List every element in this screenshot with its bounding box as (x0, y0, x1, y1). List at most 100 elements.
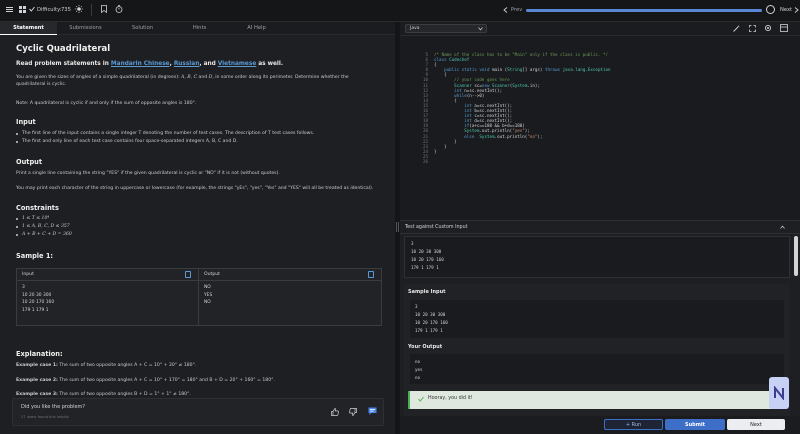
constraint-item: 1 ≤ A, B, C, D ≤ 357 (16, 223, 72, 231)
constraint-item: 1 ≤ T ≤ 10⁴ (16, 215, 72, 223)
custom-input-line: 3 (411, 241, 414, 246)
next-top-button[interactable]: Next (780, 7, 792, 13)
tab-solution[interactable]: Solution (114, 22, 171, 35)
language-select[interactable]: Java (405, 24, 487, 33)
problem-panel: Statement Submissions Solution Hints AI … (0, 21, 395, 434)
lang-suffix: as well. (256, 61, 284, 67)
sample-input-label: Sample Input (408, 289, 446, 295)
thumbs-up-icon[interactable] (331, 408, 339, 418)
explanation-label: Example case 1: (16, 363, 58, 368)
output-p2: You may print each character of the stri… (16, 186, 374, 191)
problem-statement: You are given the sizes of angles of a s… (16, 74, 366, 88)
statement-and: and (197, 75, 209, 80)
explanation-item: Example case 1: The sum of two opposite … (16, 362, 196, 369)
statement-pre: You are given the sizes of angles of a s… (16, 75, 182, 80)
custom-input-line: 10 20 30 300 (411, 249, 442, 254)
constraint-item: A + B + C + D = 360 (16, 231, 72, 239)
comment-icon[interactable] (368, 407, 377, 418)
feedback-box: Did you like the problem? 27 users found… (12, 398, 384, 426)
tab-hints[interactable]: Hints (171, 22, 228, 35)
explanation-item: Example case 2: The sum of two opposite … (16, 377, 275, 384)
explanation-text: The sum of two opposite angles A + C = 1… (59, 363, 197, 368)
progress-fill (526, 9, 762, 12)
link-russian[interactable]: Russian (174, 61, 200, 67)
next-icon[interactable] (794, 7, 799, 13)
grid-icon[interactable] (19, 6, 26, 13)
link-mandarin[interactable]: Mandarin Chinese (111, 61, 170, 67)
problem-title: Cyclic Quadrilateral (16, 44, 111, 54)
explanation-item: Example case 3: The sum of two opposite … (16, 391, 191, 398)
success-message: Hooray, you did it! (428, 396, 473, 401)
lang-prefix: Read problem statements in (16, 61, 111, 67)
explanation-label: Example case 3: (16, 392, 58, 397)
chevron-down-icon (478, 27, 483, 33)
code-text[interactable]: /* Name of the class has to be "Main" on… (434, 52, 611, 154)
feedback-question: Did you like the problem? (21, 404, 86, 410)
sample-input-box: 3 10 20 30 300 10 20 170 160 179 1 179 1 (410, 300, 784, 338)
chevron-up-icon[interactable] (780, 225, 785, 231)
fullscreen-icon[interactable] (749, 25, 756, 34)
difficulty-value: 735 (61, 7, 71, 13)
explanation-text: The sum of two opposite angles B + D = 1… (59, 392, 191, 397)
sample-output-line: NO (204, 285, 211, 290)
assistant-badge[interactable] (769, 377, 789, 409)
layout-icon[interactable] (780, 24, 788, 34)
sample-body: 3 10 20 30 300 10 20 170 160 179 1 179 1… (17, 281, 381, 325)
code-editor[interactable]: 5 6 7 8 9 10 11 12 13 14 15 16 17 18 19 20 21 22 23 24 25 26 … (400, 36, 800, 220)
output-line: yes (415, 367, 423, 372)
sample-output-line: NO (204, 300, 211, 305)
check-icon (29, 6, 35, 12)
next-button[interactable]: Next (727, 419, 785, 430)
output-p1: Print a single line containing the strin… (16, 171, 280, 176)
sample-input-line: 3 (22, 285, 25, 290)
editor-toolbar: Java (400, 22, 800, 36)
explanation-heading: Explanation: (16, 350, 63, 358)
top-bar: Difficulty: 735 Prev Next (0, 0, 800, 22)
your-output-box: no yes no (410, 354, 784, 384)
magic-wand-icon[interactable] (733, 25, 740, 34)
custom-input-header[interactable]: Test against Custom Input (400, 220, 800, 234)
prev-icon[interactable] (503, 7, 508, 13)
bookmark-icon[interactable] (101, 5, 107, 13)
thumbs-down-icon[interactable] (349, 408, 357, 418)
settings-gear-icon[interactable] (764, 24, 772, 34)
tab-ai-help[interactable]: AI Help (228, 22, 285, 35)
copy-icon[interactable] (368, 271, 374, 278)
theme-sun-icon[interactable] (75, 5, 83, 13)
sample-heading: Sample 1: (16, 252, 54, 260)
prev-button[interactable]: Prev (511, 7, 522, 13)
splitter-handle[interactable] (396, 222, 399, 232)
sample-output-header: Output (199, 269, 381, 280)
explanation-text: The sum of two opposite angles A + C = 1… (59, 378, 275, 383)
sample-input-line: 179 1 179 1 (22, 307, 49, 313)
custom-input-line: 179 1 179 1 (411, 265, 439, 270)
scrollbar[interactable] (794, 236, 798, 276)
menu-icon[interactable] (6, 6, 13, 13)
sample-header: Input Output (17, 269, 381, 281)
sample-box: Input Output 3 10 20 30 300 10 20 170 16… (16, 268, 382, 326)
topbar-divider (91, 4, 92, 16)
link-vietnamese[interactable]: Vietnamese (218, 61, 256, 67)
submit-button[interactable]: Submit (665, 419, 725, 430)
output-line: no (415, 375, 421, 380)
tab-submissions[interactable]: Submissions (57, 22, 114, 35)
sample-input-line: 10 20 30 300 (22, 292, 52, 298)
run-button[interactable]: + Run (604, 419, 663, 430)
line-numbers: 5 6 7 8 9 10 11 12 13 14 15 16 17 18 19 20 21 22 23 24 25 26 (410, 52, 428, 164)
copy-icon[interactable] (185, 271, 191, 278)
custom-input-title: Test against Custom Input (405, 225, 468, 230)
action-bar: + Run Submit Next (400, 416, 800, 434)
output-line: no (415, 359, 421, 364)
custom-input-field[interactable]: 3 10 20 30 300 10 20 170 160 179 1 179 1 (404, 236, 790, 278)
constraints-list: 1 ≤ T ≤ 10⁴ 1 ≤ A, B, C, D ≤ 357 A + B +… (16, 215, 72, 239)
sample-output-values: NO YES NO (199, 281, 381, 325)
tab-statement[interactable]: Statement (0, 21, 57, 35)
custom-input-line: 10 20 170 160 (411, 257, 444, 262)
custom-input-value: 3 10 20 30 300 10 20 170 160 179 1 179 1 (405, 237, 789, 275)
timer-icon[interactable] (115, 5, 123, 13)
input-list: The first line of the input contains a s… (16, 130, 376, 146)
results-panel: Sample Input 3 10 20 30 300 10 20 170 16… (404, 284, 790, 434)
sample-input-values: 3 10 20 30 300 10 20 170 160 179 1 179 1 (17, 281, 199, 325)
input-item: The first and only line of each test cas… (16, 138, 376, 146)
success-banner: Hooray, you did it! (408, 391, 786, 409)
